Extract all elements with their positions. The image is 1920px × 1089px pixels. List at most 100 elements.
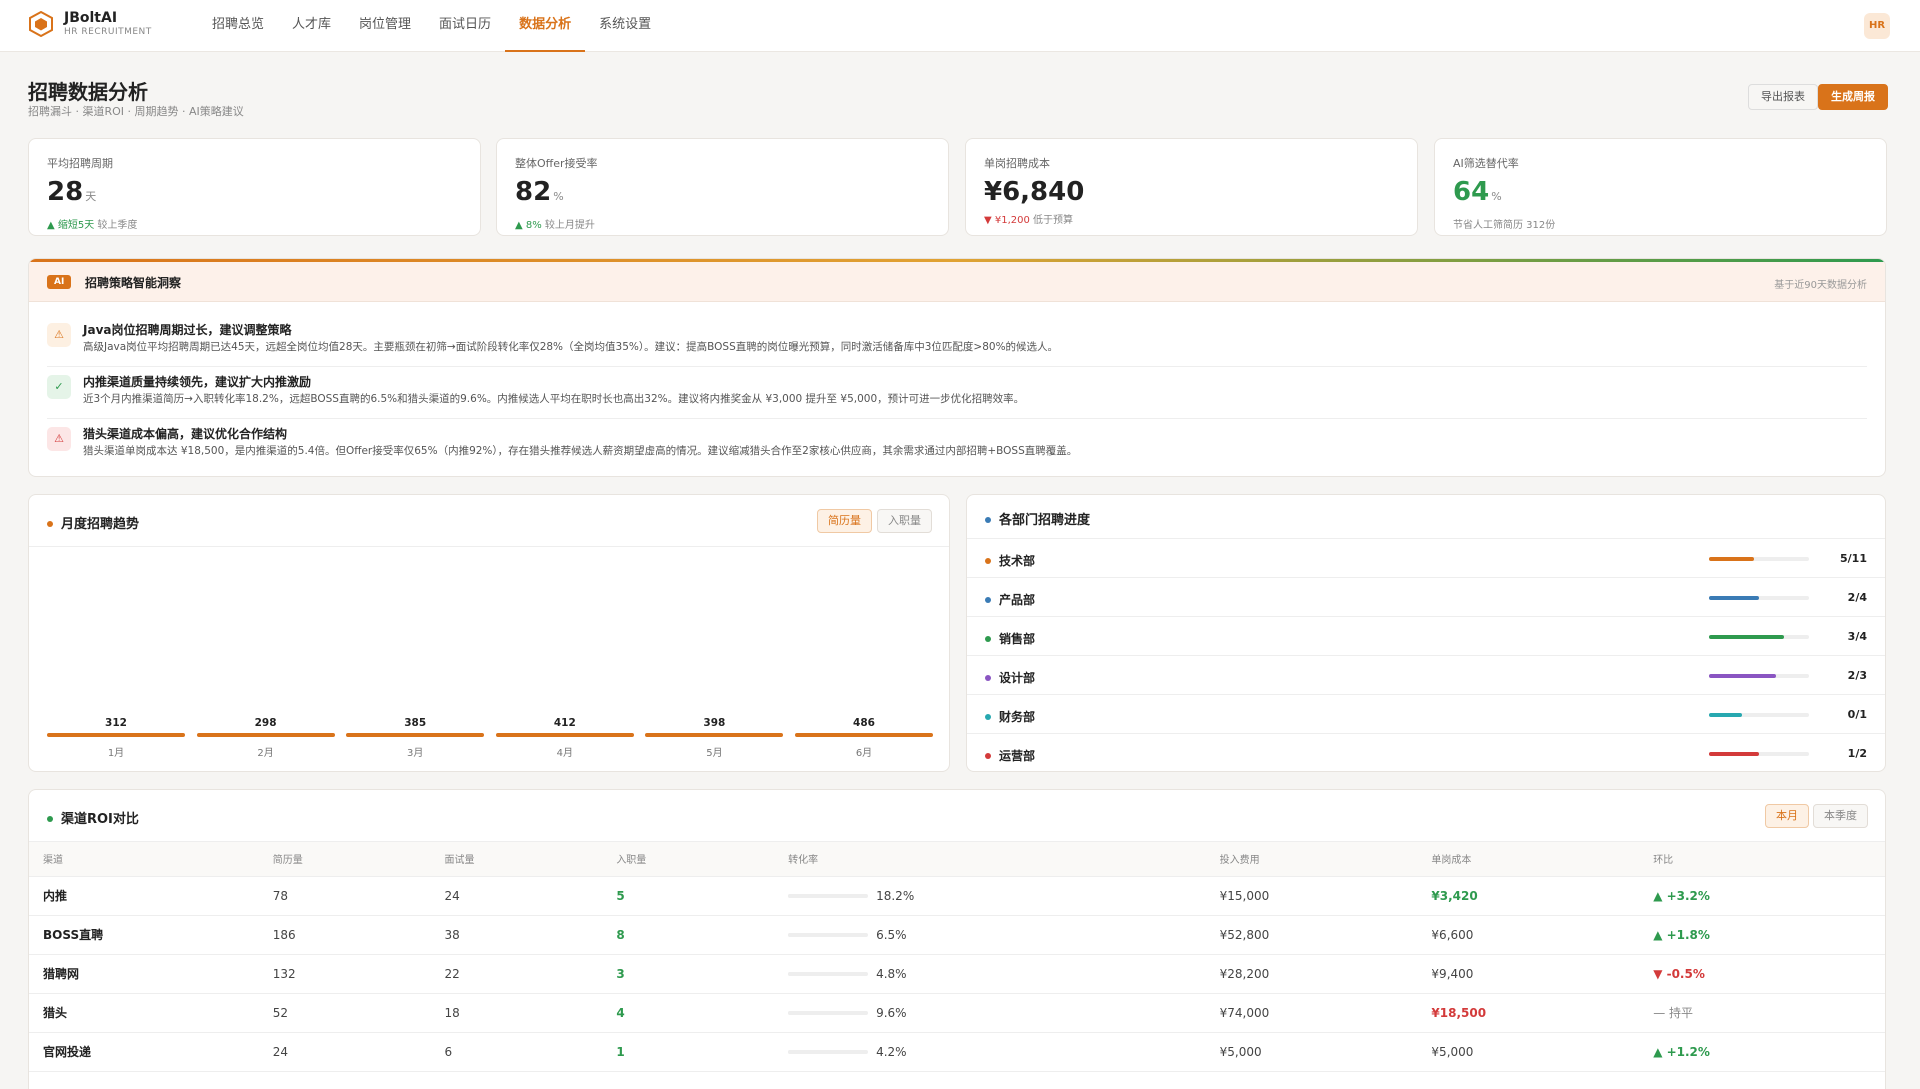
bar-column[interactable]: 486 6月: [795, 555, 933, 765]
seg-resume-volume[interactable]: 简历量: [817, 509, 872, 533]
bar-column[interactable]: 298 2月: [196, 555, 335, 765]
cell-unit-cost: ¥6,600: [1431, 915, 1654, 955]
kpi-trend: ▼ ¥1,200 低于预算: [984, 211, 1399, 226]
export-report-button[interactable]: 导出报表: [1748, 84, 1818, 110]
trend-chart: 312 1月 298 2月 385 3月 412 4月 398 5月 486 6月: [47, 555, 933, 765]
nav-item-1[interactable]: 人才库: [278, 0, 345, 52]
cell-resumes: 186: [272, 915, 445, 955]
dept-row[interactable]: 销售部 3/4: [967, 617, 1885, 656]
rate-bar: [788, 933, 869, 937]
table-row[interactable]: 内推 78 24 5 18.2% ¥15,000 ¥3,420 ▲ +3.2%: [29, 876, 1885, 916]
bar-value-label: 312: [105, 717, 127, 729]
progress-fill: [1709, 713, 1742, 717]
page-title: 招聘数据分析: [28, 80, 148, 104]
ai-panel-title: 招聘策略智能洞察: [85, 276, 182, 290]
cell-channel: BOSS直聘: [29, 915, 273, 955]
avatar[interactable]: HR: [1864, 13, 1890, 39]
dept-title: 各部门招聘进度: [985, 509, 1090, 528]
nav-item-0[interactable]: 招聘总览: [198, 0, 278, 52]
kpi-label: 整体Offer接受率: [515, 157, 598, 170]
dept-row[interactable]: 产品部 2/4: [967, 578, 1885, 617]
dept-count: 2/3: [1847, 669, 1867, 682]
cell-cost: ¥15,000: [1219, 876, 1432, 916]
bar-column[interactable]: 398 5月: [645, 555, 784, 765]
dept-name: 设计部: [985, 669, 1035, 686]
kpi-trend-delta: ▲ 8%: [515, 220, 542, 231]
nav-item-3[interactable]: 面试日历: [425, 0, 505, 52]
table-row[interactable]: BOSS直聘 186 38 8 6.5% ¥52,800 ¥6,600 ▲ +1.8%: [29, 915, 1885, 955]
column-header[interactable]: 入职量: [616, 842, 789, 877]
dept-count: 3/4: [1847, 630, 1867, 643]
ai-insight-panel: AI 招聘策略智能洞察 基于近90天数据分析 ⚠ Java岗位招聘周期过长，建议调…: [28, 258, 1886, 477]
table-row[interactable]: 猎头 52 18 4 9.6% ¥74,000 ¥18,500— 持平: [29, 993, 1885, 1033]
monthly-trend-card: 月度招聘趋势 简历量 入职量 312 1月 298 2月 385 3月 412 4月 398 5月…: [28, 494, 950, 772]
bar-value-label: 486: [853, 717, 875, 729]
nav-item-2[interactable]: 岗位管理: [345, 0, 425, 52]
bar: [346, 733, 485, 737]
brand[interactable]: JBoltAI HR RECRUITMENT: [28, 10, 152, 38]
insight-item[interactable]: ⚠ 猎头渠道成本偏高，建议优化合作结构 猎头渠道单岗成本达 ¥18,500，是内推渠…: [47, 419, 1867, 471]
bar: [795, 733, 933, 737]
kpi-trend: ▲ 8% 较上月提升: [515, 216, 930, 231]
insight-title: Java岗位招聘周期过长，建议调整策略: [83, 323, 292, 337]
rate-fill: [788, 1050, 802, 1054]
column-header[interactable]: 环比: [1653, 842, 1885, 877]
column-header[interactable]: 渠道: [29, 842, 273, 877]
column-header[interactable]: 单岗成本: [1431, 842, 1654, 877]
bar-category-label: 1月: [107, 748, 125, 759]
bar-value-label: 412: [553, 717, 576, 729]
dot-icon: [985, 516, 991, 523]
dot-icon: [47, 815, 53, 822]
kpi-number: 64: [1453, 177, 1490, 207]
insight-item[interactable]: ⚠ Java岗位招聘周期过长，建议调整策略 高级Java岗位平均招聘周期已达45天，…: [47, 315, 1867, 367]
kpi-unit: 天: [85, 190, 97, 203]
page-subtitle: 招聘漏斗 · 渠道ROI · 周期趋势 · AI策略建议: [28, 105, 244, 118]
dept-row[interactable]: 运营部 1/2: [967, 734, 1885, 773]
bar-category-label: 6月: [855, 748, 873, 759]
cell-interviews: 18: [444, 993, 617, 1033]
dot-icon: [985, 674, 991, 681]
progress-bar: [1709, 557, 1809, 561]
column-header[interactable]: 面试量: [444, 842, 617, 877]
rate-fill: [788, 972, 804, 976]
dept-name: 技术部: [985, 552, 1035, 569]
brand-subtitle: HR RECRUITMENT: [64, 27, 152, 37]
kpi-label: AI筛选替代率: [1453, 157, 1519, 170]
bar-column[interactable]: 385 3月: [346, 555, 485, 765]
kpi-trend: ▲ 缩短5天 较上季度: [47, 216, 462, 231]
kpi-trend: 节省人工筛简历 312份: [1453, 216, 1868, 231]
ai-badge: AI: [47, 275, 72, 289]
seg-this-month[interactable]: 本月: [1765, 804, 1809, 828]
rate-bar: [788, 1011, 869, 1015]
bar-column[interactable]: 312 1月: [47, 555, 185, 765]
kpi-trend-text: 较上季度: [94, 220, 138, 231]
kpi-trend-delta: ▼ ¥1,200: [984, 215, 1030, 226]
table-row[interactable]: 官网投递 24 6 1 4.2% ¥5,000 ¥5,000 ▲ +1.2%: [29, 1032, 1885, 1072]
dept-row[interactable]: 设计部 2/3: [967, 656, 1885, 695]
progress-bar: [1709, 713, 1809, 717]
cell-rate: 18.2%: [788, 876, 1220, 916]
kpi-trend-text: 节省人工筛简历 312份: [1453, 220, 1556, 231]
cell-cost: ¥74,000: [1219, 993, 1432, 1033]
column-header[interactable]: 投入费用: [1219, 842, 1432, 877]
bar-column[interactable]: 412 4月: [495, 555, 634, 765]
cell-unit-cost: ¥18,500: [1431, 993, 1654, 1033]
nav-item-4[interactable]: 数据分析: [505, 0, 586, 52]
cell-mom: ▼ -0.5%: [1653, 954, 1885, 994]
kpi-value: ¥6,840: [984, 177, 1399, 207]
cell-cost: ¥28,200: [1219, 954, 1432, 994]
bar-value-label: 385: [404, 717, 427, 729]
table-row[interactable]: 猎聘网 132 22 3 4.8% ¥28,200 ¥9,400 ▼ -0.5%: [29, 954, 1885, 994]
column-header[interactable]: 简历量: [272, 842, 445, 877]
cell-unit-cost: ¥3,420: [1431, 876, 1654, 916]
column-header[interactable]: 转化率: [788, 842, 1220, 877]
insight-item[interactable]: ✓ 内推渠道质量持续领先，建议扩大内推激励 近3个月内推渠道简历→入职转化率18.2…: [47, 367, 1867, 419]
progress-fill: [1709, 752, 1759, 756]
seg-hire-volume[interactable]: 入职量: [877, 509, 932, 533]
dept-row[interactable]: 技术部 5/11: [967, 539, 1885, 578]
generate-weekly-button[interactable]: 生成周报: [1818, 84, 1888, 110]
nav-item-5[interactable]: 系统设置: [585, 0, 665, 52]
dept-row[interactable]: 财务部 0/1: [967, 695, 1885, 734]
seg-this-quarter[interactable]: 本季度: [1813, 804, 1868, 828]
kpi-value: 64%: [1453, 177, 1868, 212]
